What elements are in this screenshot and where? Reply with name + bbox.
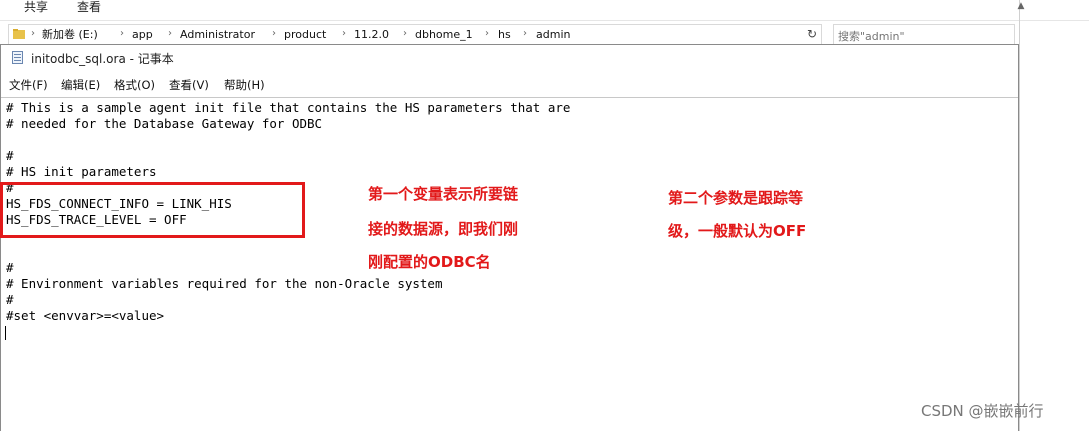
breadcrumb-separator: ›	[272, 28, 276, 39]
menu-bar: 文件(F) 编辑(E) 格式(O) 查看(V) 帮助(H)	[1, 73, 1018, 95]
menu-format[interactable]: 格式(O)	[114, 77, 155, 93]
editor-line: # This is a sample agent init file that …	[6, 100, 571, 115]
breadcrumb-separator: ›	[168, 28, 172, 39]
scroll-up-arrow-icon[interactable]: ▲	[1014, 0, 1028, 12]
breadcrumb-separator: ›	[485, 28, 489, 39]
highlight-box	[0, 182, 305, 238]
breadcrumb-separator: ›	[31, 28, 35, 39]
watermark: CSDN @嵌嵌前行	[921, 402, 1044, 420]
editor-line: #set <envvar>=<value>	[6, 308, 165, 323]
breadcrumb-item-app[interactable]: app	[132, 28, 153, 42]
breadcrumb-item-administrator[interactable]: Administrator	[180, 28, 255, 42]
text-caret	[5, 326, 6, 340]
editor-line: #	[6, 148, 14, 163]
ribbon-tabs: 共享 查看	[0, 0, 1089, 21]
annotation-note-1-line-1: 第一个变量表示所要链	[368, 185, 519, 203]
editor-line: #	[6, 292, 14, 307]
breadcrumb-separator: ›	[120, 28, 124, 39]
editor-line: #	[6, 260, 14, 275]
ribbon-tab-view[interactable]: 查看	[77, 0, 101, 14]
breadcrumb-separator: ›	[342, 28, 346, 39]
editor-line: # HS init parameters	[6, 164, 157, 179]
menu-help[interactable]: 帮助(H)	[224, 77, 265, 93]
breadcrumb-item-product[interactable]: product	[284, 28, 326, 42]
window-edge	[1019, 0, 1020, 431]
ribbon-tab-share[interactable]: 共享	[24, 0, 48, 14]
annotation-note-2-line-2: 级，一般默认为OFF	[668, 222, 807, 240]
editor-line: # Environment variables required for the…	[6, 276, 443, 291]
annotation-note-2-line-1: 第二个参数是跟踪等	[668, 189, 804, 207]
notepad-icon	[12, 51, 23, 64]
menu-view[interactable]: 查看(V)	[169, 77, 209, 93]
editor-line: # needed for the Database Gateway for OD…	[6, 116, 323, 131]
annotation-note-1-line-2: 接的数据源，即我们刚	[368, 220, 519, 238]
title-bar[interactable]: initodbc_sql.ora - 记事本	[1, 45, 1018, 71]
folder-icon	[13, 29, 25, 39]
window-title: initodbc_sql.ora - 记事本	[31, 52, 174, 66]
address-bar[interactable]: › 新加卷 (E:) › app › Administrator › produ…	[8, 24, 822, 46]
annotation-note-1-line-3: 刚配置的ODBC名	[368, 253, 491, 271]
breadcrumb-item-drive[interactable]: 新加卷 (E:)	[42, 28, 98, 42]
breadcrumb-item-dbhome[interactable]: dbhome_1	[415, 28, 473, 42]
breadcrumb-item-version[interactable]: 11.2.0	[354, 28, 389, 42]
search-box[interactable]	[833, 24, 1015, 46]
address-bar-row: › 新加卷 (E:) › app › Administrator › produ…	[0, 21, 1089, 46]
breadcrumb-separator: ›	[403, 28, 407, 39]
breadcrumb-item-hs[interactable]: hs	[498, 28, 511, 42]
refresh-icon[interactable]: ↻	[807, 27, 817, 41]
breadcrumb-separator: ›	[523, 28, 527, 39]
breadcrumb-item-admin[interactable]: admin	[536, 28, 570, 42]
search-input[interactable]	[838, 27, 1008, 46]
menu-file[interactable]: 文件(F)	[9, 77, 48, 93]
menu-edit[interactable]: 编辑(E)	[61, 77, 100, 93]
text-editor[interactable]: # This is a sample agent init file that …	[1, 97, 1018, 433]
